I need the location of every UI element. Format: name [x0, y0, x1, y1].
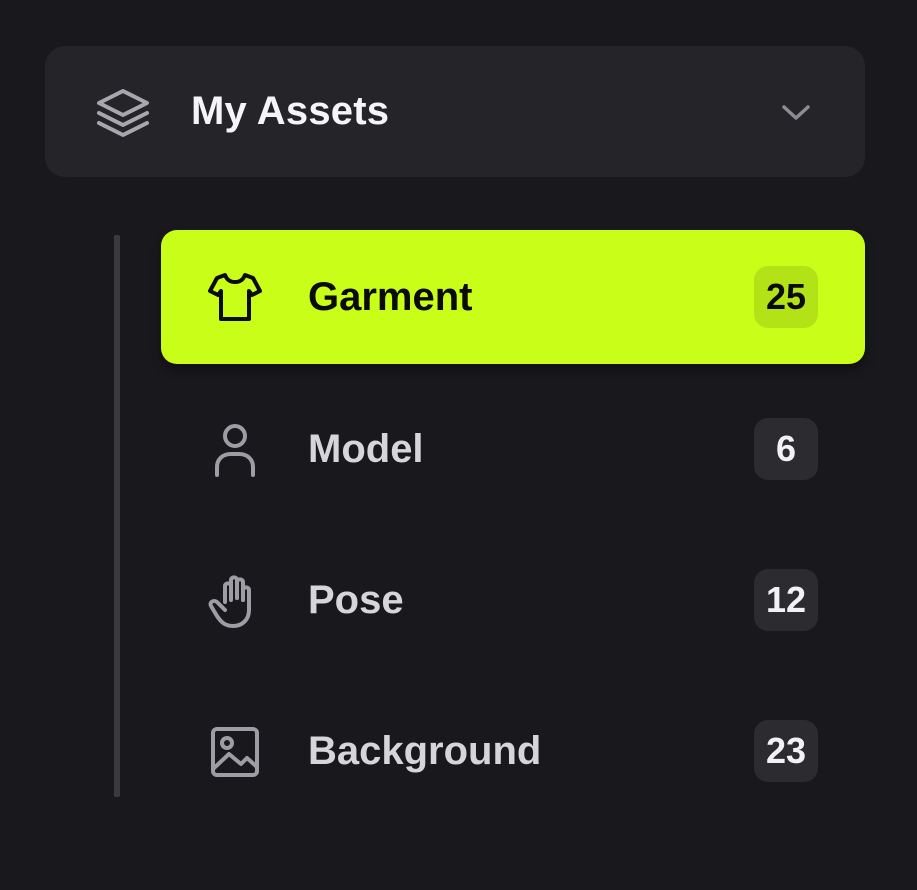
nav-item-label: Pose — [308, 578, 404, 622]
assets-panel: My Assets Garment 25 Model 6 Pose 12 Bac… — [0, 0, 917, 890]
layers-icon — [91, 81, 155, 145]
count-badge: 23 — [754, 720, 818, 782]
my-assets-header[interactable]: My Assets — [45, 46, 865, 177]
shirt-icon — [205, 267, 265, 327]
nav-item-label: Model — [308, 427, 424, 471]
tree-connector-line — [114, 235, 120, 797]
nav-item-garment[interactable]: Garment 25 — [161, 230, 865, 364]
nav-item-label: Garment — [308, 275, 473, 319]
count-badge: 12 — [754, 569, 818, 631]
count-badge: 6 — [754, 418, 818, 480]
image-icon — [205, 721, 265, 781]
hand-icon — [205, 570, 265, 630]
count-badge: 25 — [754, 266, 818, 328]
nav-item-background[interactable]: Background 23 — [161, 684, 865, 818]
nav-item-label: Background — [308, 729, 542, 773]
nav-item-pose[interactable]: Pose 12 — [161, 533, 865, 667]
user-icon — [205, 419, 265, 479]
section-title: My Assets — [191, 89, 390, 133]
chevron-down-icon[interactable] — [778, 98, 814, 126]
nav-item-model[interactable]: Model 6 — [161, 382, 865, 516]
